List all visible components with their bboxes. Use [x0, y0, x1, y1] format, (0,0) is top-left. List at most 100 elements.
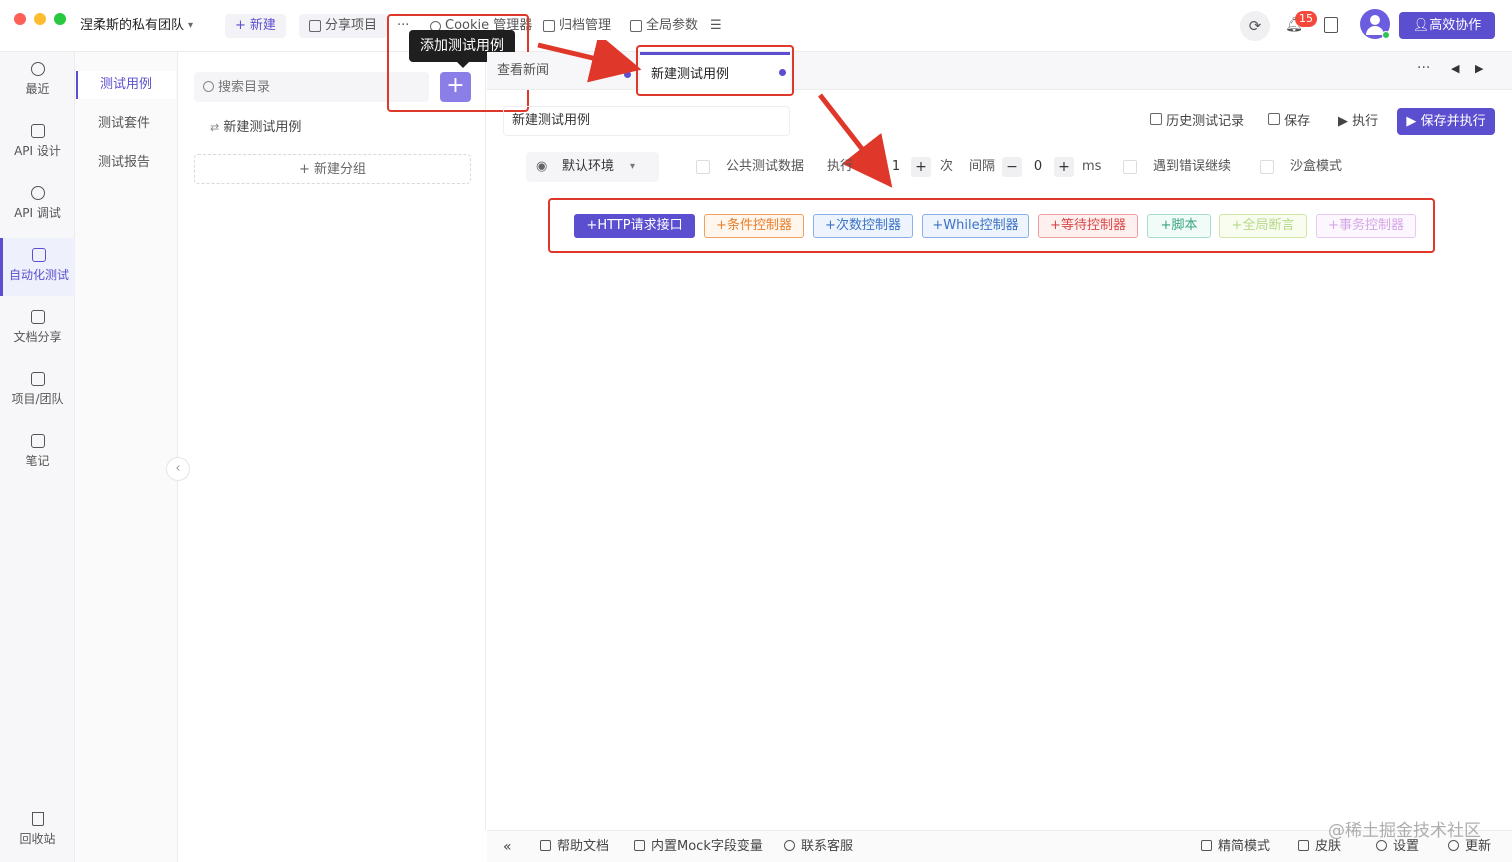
rail-label: 自动化测试 [8, 268, 69, 282]
save-and-run-button[interactable]: ▶ 保存并执行 [1397, 108, 1495, 135]
save-icon [1268, 113, 1280, 125]
rail-label: 文档分享 [13, 330, 62, 344]
doc-icon [30, 310, 45, 324]
menu-collapse-icon[interactable]: ☰ [710, 14, 722, 38]
continue-on-error-checkbox[interactable] [1123, 160, 1137, 174]
continue-on-error-label: 遇到错误继续 [1153, 159, 1232, 174]
history-icon [1150, 113, 1162, 125]
rail-item-project-team[interactable]: 项目/团队 [0, 362, 75, 420]
params-icon [630, 20, 642, 32]
share-project-button[interactable]: 分享项目 [299, 14, 388, 38]
share-icon [309, 20, 321, 32]
support-label: 联系客服 [801, 839, 854, 854]
sandbox-label: 沙盒模式 [1290, 159, 1343, 174]
rail-item-recent[interactable]: 最近 [0, 52, 75, 110]
interval-input[interactable]: 0 [1029, 157, 1047, 177]
rail-item-trash[interactable]: 回收站 [0, 808, 75, 847]
next-tab-icon[interactable]: ▶ [1475, 62, 1483, 75]
notes-icon[interactable] [1324, 17, 1338, 33]
compact-icon [1201, 840, 1212, 851]
tree-item-label: 新建测试用例 [223, 120, 302, 135]
new-button[interactable]: + 新建 [225, 14, 286, 38]
exec-increment-button[interactable]: + [911, 157, 931, 177]
environment-select[interactable]: ◉ 默认环境 ▾ [526, 152, 659, 182]
compact-mode-button[interactable]: 精简模式 [1201, 838, 1270, 856]
rail-label: 最近 [25, 82, 50, 96]
team-switcher[interactable]: 涅柔斯的私有团队 ▾ [80, 14, 193, 38]
rail-item-doc-share[interactable]: 文档分享 [0, 300, 75, 358]
run-label: 执行 [1352, 114, 1379, 129]
exec-count-input[interactable]: 1 [887, 157, 905, 177]
prev-tab-icon[interactable]: ◀ [1451, 62, 1459, 75]
trash-label: 回收站 [19, 832, 56, 846]
minimize-window-button[interactable] [34, 13, 46, 25]
skin-label: 皮肤 [1315, 839, 1342, 854]
rail-item-notes[interactable]: 笔记 [0, 424, 75, 482]
trash-icon [31, 812, 44, 826]
mock-icon [634, 840, 645, 851]
zoom-window-button[interactable] [54, 13, 66, 25]
interval-decrement-button[interactable]: − [1002, 157, 1022, 177]
public-data-checkbox[interactable] [696, 160, 710, 174]
sync-icon[interactable]: ⟳ [1240, 11, 1270, 41]
shirt-icon [1298, 840, 1309, 851]
support-button[interactable]: 联系客服 [784, 838, 853, 856]
new-group-button[interactable]: + 新建分组 [194, 154, 471, 184]
global-params-label: 全局参数 [646, 18, 699, 33]
highlight-controllers [548, 198, 1435, 253]
run-button[interactable]: ▶ 执行 [1338, 111, 1378, 133]
rocket-icon [30, 186, 45, 200]
eye-icon: ◉ [536, 159, 548, 174]
team-name: 涅柔斯的私有团队 [80, 18, 185, 33]
rail-item-api-debug[interactable]: API 调试 [0, 176, 75, 234]
save-label: 保存 [1284, 114, 1311, 129]
play-icon: ▶ [1338, 114, 1348, 129]
user-icon: 👤︎ [1412, 18, 1430, 33]
close-window-button[interactable] [14, 13, 26, 25]
rail-item-api-design[interactable]: API 设计 [0, 114, 75, 172]
times-label: 次 [940, 159, 954, 174]
update-icon [1448, 840, 1459, 851]
archive-label: 归档管理 [559, 18, 612, 33]
play-icon: ▶ [1406, 114, 1417, 129]
more-tabs-icon[interactable]: ··· [1417, 60, 1430, 76]
avatar[interactable] [1360, 9, 1390, 39]
ms-label: ms [1082, 159, 1102, 174]
collapse-sidebar-button[interactable]: ‹ [166, 457, 190, 481]
help-docs-label: 帮助文档 [557, 839, 610, 854]
collapse-footer-icon[interactable]: « [503, 838, 512, 856]
chevron-down-icon: ▾ [630, 161, 636, 172]
subnav-test-suites[interactable]: 测试套件 [76, 110, 176, 138]
archive-button[interactable]: 归档管理 [543, 14, 611, 38]
update-label: 更新 [1465, 839, 1492, 854]
rail-item-automation-test[interactable]: 自动化测试 [0, 238, 75, 296]
rail-label: API 调试 [14, 206, 61, 220]
collaboration-label: 高效协作 [1429, 18, 1482, 33]
new-button-label: 新建 [249, 18, 276, 33]
interval-increment-button[interactable]: + [1054, 157, 1074, 177]
save-and-run-label: 保存并执行 [1420, 114, 1486, 129]
help-docs-button[interactable]: 帮助文档 [540, 838, 609, 856]
clock-icon [30, 62, 45, 76]
mock-variables-label: 内置Mock字段变量 [651, 839, 763, 854]
sandbox-checkbox[interactable] [1260, 160, 1274, 174]
book-icon [540, 840, 551, 851]
global-params-button[interactable]: 全局参数 [630, 14, 698, 38]
rail-label: 笔记 [25, 454, 50, 468]
history-button[interactable]: 历史测试记录 [1150, 111, 1244, 133]
public-data-label: 公共测试数据 [726, 159, 805, 174]
case-icon: ⇄ [210, 121, 220, 134]
compact-mode-label: 精简模式 [1218, 839, 1271, 854]
flow-icon [32, 248, 46, 262]
interval-label: 间隔 [969, 159, 996, 174]
collaboration-button[interactable]: 👤︎高效协作 [1399, 12, 1495, 39]
mock-variables-button[interactable]: 内置Mock字段变量 [634, 838, 763, 856]
search-icon [203, 81, 214, 92]
tree-item-test-case[interactable]: ⇄ 新建测试用例 [210, 116, 301, 140]
subnav-test-cases[interactable]: 测试用例 [76, 71, 176, 99]
note-icon [30, 434, 45, 448]
history-label: 历史测试记录 [1166, 114, 1245, 129]
case-name-field[interactable]: 新建测试用例 [503, 106, 790, 136]
save-button[interactable]: 保存 [1268, 111, 1310, 133]
subnav-test-reports[interactable]: 测试报告 [76, 149, 176, 177]
